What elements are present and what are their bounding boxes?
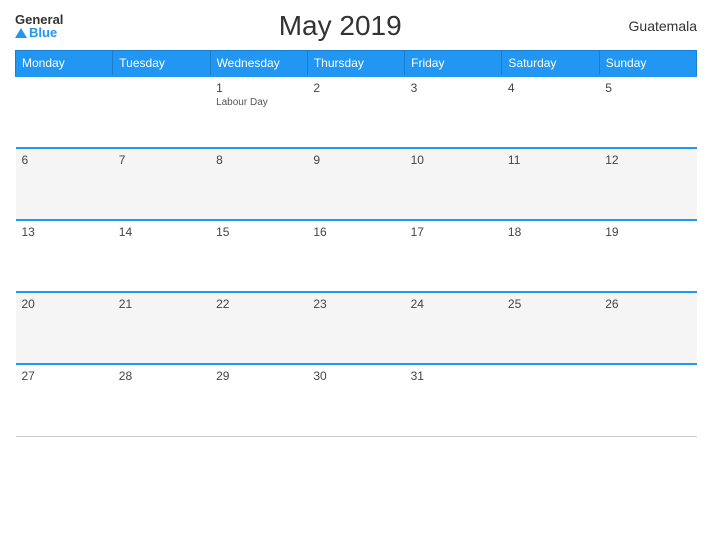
header-thursday: Thursday <box>307 51 404 77</box>
week-row-1: 1 Labour Day 2345 <box>16 76 697 148</box>
day-cell: 11 <box>502 148 599 220</box>
day-number: 3 <box>411 81 496 95</box>
day-cell: 4 <box>502 76 599 148</box>
day-number: 21 <box>119 297 204 311</box>
day-cell: 26 <box>599 292 696 364</box>
day-number: 16 <box>313 225 398 239</box>
week-row-4: 20 21 22 23 24 25 26 <box>16 292 697 364</box>
day-number: 12 <box>605 153 690 167</box>
day-cell: 10 <box>405 148 502 220</box>
day-number: 4 <box>508 81 593 95</box>
day-cell: 18 <box>502 220 599 292</box>
day-number: 8 <box>216 153 301 167</box>
day-cell: 28 <box>113 364 210 436</box>
day-number: 11 <box>508 153 593 167</box>
week-row-3: 13 14 15 16 17 18 19 <box>16 220 697 292</box>
day-cell: 5 <box>599 76 696 148</box>
country-name: Guatemala <box>617 18 697 34</box>
header-friday: Friday <box>405 51 502 77</box>
logo-triangle-icon <box>15 28 27 38</box>
day-cell: 31 <box>405 364 502 436</box>
day-number: 17 <box>411 225 496 239</box>
day-cell: 17 <box>405 220 502 292</box>
month-title: May 2019 <box>63 10 617 42</box>
day-cell <box>502 364 599 436</box>
day-number: 6 <box>22 153 107 167</box>
day-number: 20 <box>22 297 107 311</box>
day-number: 29 <box>216 369 301 383</box>
day-number: 31 <box>411 369 496 383</box>
day-cell: 29 <box>210 364 307 436</box>
day-cell: 30 <box>307 364 404 436</box>
day-number: 13 <box>22 225 107 239</box>
day-cell: 2 <box>307 76 404 148</box>
day-cell: 13 <box>16 220 113 292</box>
day-cell <box>599 364 696 436</box>
day-number: 24 <box>411 297 496 311</box>
week-row-5: 27 28 29 30 31 <box>16 364 697 436</box>
day-number: 7 <box>119 153 204 167</box>
calendar-grid: Monday Tuesday Wednesday Thursday Friday… <box>15 50 697 437</box>
day-number: 10 <box>411 153 496 167</box>
header-saturday: Saturday <box>502 51 599 77</box>
header-sunday: Sunday <box>599 51 696 77</box>
day-cell: 3 <box>405 76 502 148</box>
day-cell: 7 <box>113 148 210 220</box>
day-cell: 25 <box>502 292 599 364</box>
day-cell: 14 <box>113 220 210 292</box>
day-cell: 15 <box>210 220 307 292</box>
day-number: 26 <box>605 297 690 311</box>
day-cell: 16 <box>307 220 404 292</box>
day-cell: 20 <box>16 292 113 364</box>
day-number: 25 <box>508 297 593 311</box>
day-number: 18 <box>508 225 593 239</box>
holiday-label: Labour Day <box>216 97 301 108</box>
day-number: 5 <box>605 81 690 95</box>
logo-blue-text: Blue <box>15 26 63 39</box>
day-cell: 1 Labour Day <box>210 76 307 148</box>
day-number: 15 <box>216 225 301 239</box>
day-cell: 27 <box>16 364 113 436</box>
logo: General Blue <box>15 13 63 39</box>
day-cell: 19 <box>599 220 696 292</box>
day-number: 22 <box>216 297 301 311</box>
day-number: 14 <box>119 225 204 239</box>
weekday-header-row: Monday Tuesday Wednesday Thursday Friday… <box>16 51 697 77</box>
header-wednesday: Wednesday <box>210 51 307 77</box>
day-cell: 22 <box>210 292 307 364</box>
day-cell: 23 <box>307 292 404 364</box>
day-cell: 9 <box>307 148 404 220</box>
header-monday: Monday <box>16 51 113 77</box>
day-cell: 6 <box>16 148 113 220</box>
day-number: 1 <box>216 81 301 95</box>
calendar-header: General Blue May 2019 Guatemala <box>15 10 697 42</box>
day-number: 19 <box>605 225 690 239</box>
day-cell: 24 <box>405 292 502 364</box>
day-number: 9 <box>313 153 398 167</box>
calendar-container: General Blue May 2019 Guatemala Monday T… <box>0 0 712 550</box>
day-cell <box>113 76 210 148</box>
day-cell <box>16 76 113 148</box>
header-tuesday: Tuesday <box>113 51 210 77</box>
day-number: 23 <box>313 297 398 311</box>
day-number: 2 <box>313 81 398 95</box>
day-cell: 8 <box>210 148 307 220</box>
day-number: 27 <box>22 369 107 383</box>
day-number: 28 <box>119 369 204 383</box>
day-cell: 21 <box>113 292 210 364</box>
day-number: 30 <box>313 369 398 383</box>
day-cell: 12 <box>599 148 696 220</box>
week-row-2: 6789 10 11 12 <box>16 148 697 220</box>
